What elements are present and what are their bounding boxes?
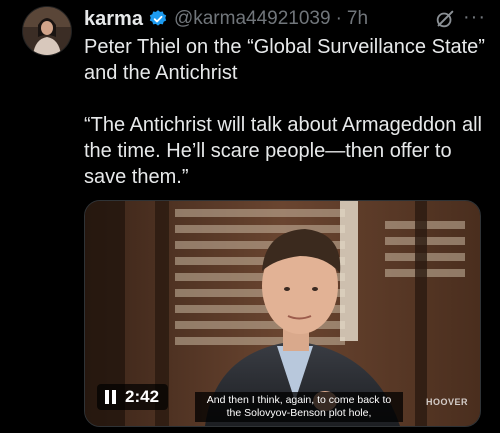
user-handle[interactable]: @karma44921039 [174, 8, 331, 30]
more-options-icon[interactable]: ··· [463, 6, 486, 29]
tweet-header: karma @karma44921039 · 7h ··· [84, 6, 490, 32]
separator-dot: · [335, 8, 342, 29]
playback-control[interactable]: 2:42 [97, 384, 169, 410]
tweet-text-quote: “The Antichrist will talk about Armagedd… [84, 114, 482, 188]
video-duration: 2:42 [125, 387, 160, 406]
tweet-text-line1: Peter Thiel on the “Global Surveillance … [84, 36, 485, 84]
hoover-watermark: HOOVER [425, 397, 468, 407]
display-name[interactable]: karma [84, 8, 143, 31]
verified-badge-icon [148, 9, 168, 29]
timestamp[interactable]: 7h [347, 8, 368, 30]
pause-icon[interactable] [105, 390, 117, 404]
video-caption: And then I think, again, to come back to… [195, 392, 403, 422]
tweet-text: Peter Thiel on the “Global Surveillance … [84, 34, 494, 190]
video-player[interactable]: 2:42 And then I think, again, to come ba… [84, 200, 481, 427]
avatar[interactable] [22, 6, 72, 56]
grok-icon[interactable] [434, 8, 456, 30]
tweet[interactable]: karma @karma44921039 · 7h ··· Peter Thie… [0, 0, 500, 433]
